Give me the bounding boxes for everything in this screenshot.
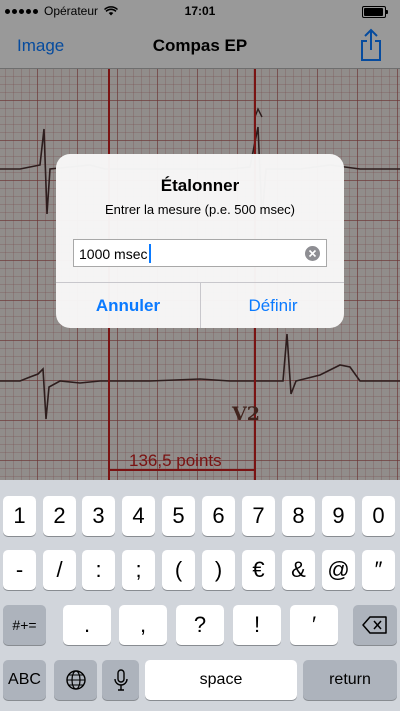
keyboard: 1 2 3 4 5 6 7 8 9 0 - / : ; ( ) € & @ ″ … xyxy=(0,480,400,711)
key[interactable]: ? xyxy=(176,605,224,645)
key[interactable]: ; xyxy=(122,550,155,590)
key[interactable]: 4 xyxy=(122,496,155,536)
key[interactable]: € xyxy=(242,550,275,590)
key[interactable]: 1 xyxy=(3,496,36,536)
key[interactable]: / xyxy=(43,550,76,590)
microphone-icon xyxy=(113,669,128,691)
calibrate-dialog: Étalonner Entrer la mesure (p.e. 500 mse… xyxy=(56,154,344,328)
dialog-title: Étalonner xyxy=(160,176,240,195)
backspace-key[interactable] xyxy=(353,605,397,645)
globe-key[interactable] xyxy=(54,660,97,700)
key[interactable]: - xyxy=(3,550,36,590)
space-key[interactable]: space xyxy=(145,660,297,700)
key[interactable]: , xyxy=(119,605,167,645)
symbols-toggle-key[interactable]: #+= xyxy=(3,605,46,645)
key[interactable]: . xyxy=(63,605,111,645)
key[interactable]: 8 xyxy=(282,496,315,536)
clear-text-icon[interactable] xyxy=(305,246,320,261)
key[interactable]: 3 xyxy=(82,496,115,536)
key[interactable]: ! xyxy=(233,605,281,645)
text-cursor xyxy=(149,244,151,263)
measurement-input[interactable]: 1000 msec xyxy=(73,239,327,267)
key[interactable]: 9 xyxy=(322,496,355,536)
globe-icon xyxy=(65,670,86,690)
key[interactable]: ) xyxy=(202,550,235,590)
return-key[interactable]: return xyxy=(303,660,397,700)
key[interactable]: 2 xyxy=(43,496,76,536)
key[interactable]: 6 xyxy=(202,496,235,536)
backspace-icon xyxy=(362,616,387,634)
dictation-key[interactable] xyxy=(102,660,139,700)
key[interactable]: & xyxy=(282,550,315,590)
key[interactable]: 5 xyxy=(162,496,195,536)
key[interactable]: 0 xyxy=(362,496,395,536)
key[interactable]: ′ xyxy=(290,605,338,645)
cancel-button[interactable]: Annuler xyxy=(56,283,200,328)
set-button[interactable]: Définir xyxy=(201,283,344,328)
dialog-message: Entrer la mesure (p.e. 500 msec) xyxy=(104,202,296,217)
key[interactable]: 7 xyxy=(242,496,275,536)
key[interactable]: : xyxy=(82,550,115,590)
measurement-value: 1000 msec xyxy=(79,246,148,262)
key[interactable]: ( xyxy=(162,550,195,590)
key[interactable]: @ xyxy=(322,550,355,590)
abc-key[interactable]: ABC xyxy=(3,660,46,700)
key[interactable]: ″ xyxy=(362,550,395,590)
